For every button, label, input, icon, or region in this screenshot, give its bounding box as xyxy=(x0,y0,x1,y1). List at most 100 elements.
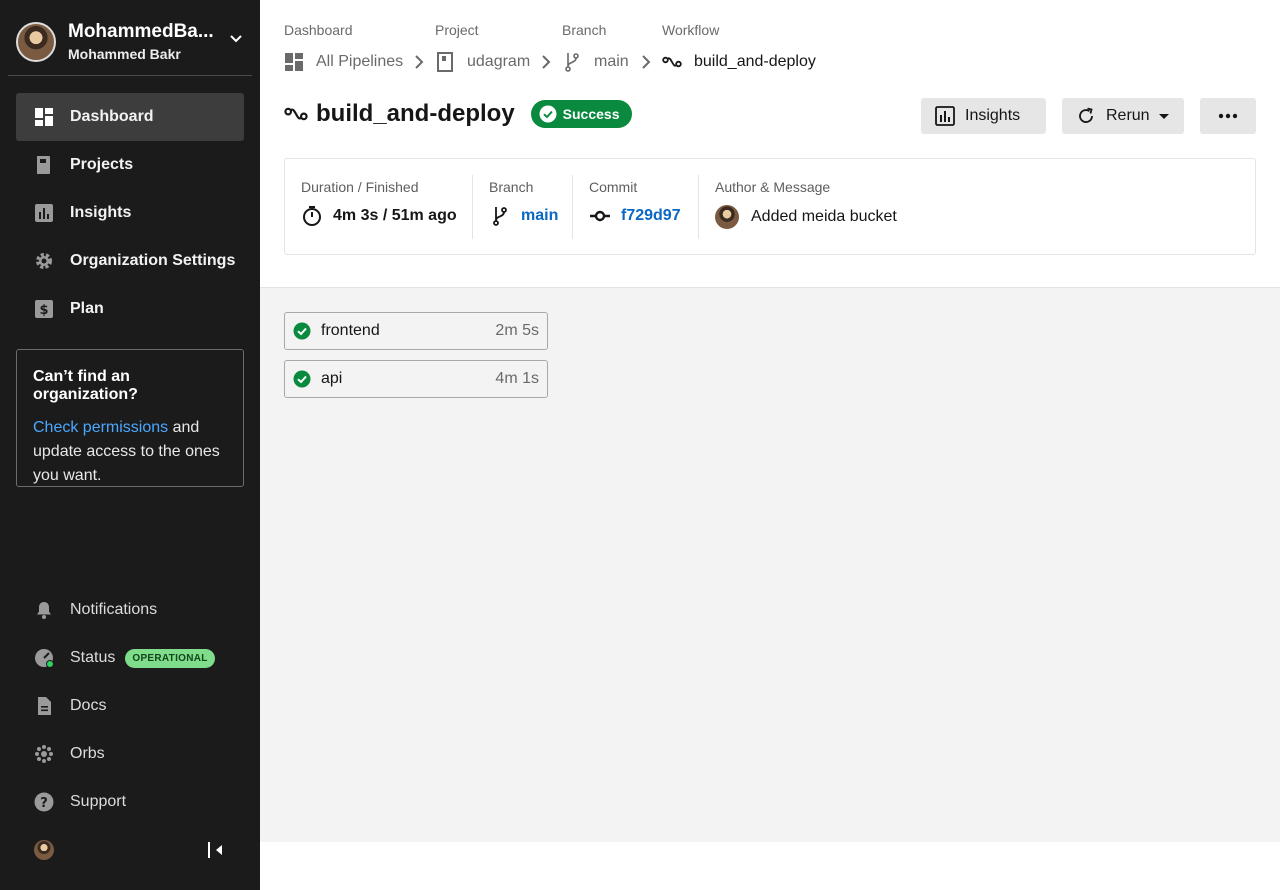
duration-field: Duration / Finished 4m 3s / 51m ago xyxy=(285,175,472,239)
nav-label: Dashboard xyxy=(70,108,154,125)
org-help-body: Check permissions and update access to t… xyxy=(33,416,227,488)
breadcrumb-label: Branch xyxy=(562,22,607,38)
commit-label: Commit xyxy=(589,179,638,195)
nav-item-insights[interactable]: Insights xyxy=(16,189,244,237)
workflow-icon xyxy=(284,102,308,126)
breadcrumb-label: Dashboard xyxy=(284,22,353,38)
breadcrumb-value: udagram xyxy=(435,52,530,72)
workflow-graph: frontend 2m 5s api 4m 1s xyxy=(260,288,1280,842)
job-duration: 2m 5s xyxy=(495,322,539,339)
chevron-right-icon xyxy=(542,55,551,69)
chevron-right-icon xyxy=(415,55,424,69)
status-badge: OPERATIONAL xyxy=(125,648,215,668)
more-options-button[interactable] xyxy=(1200,98,1256,134)
nav-item-plan[interactable]: $ Plan xyxy=(16,285,244,333)
nav-item-organization-settings[interactable]: Organization Settings xyxy=(16,237,244,285)
bell-icon xyxy=(34,600,54,620)
collapse-sidebar-icon[interactable] xyxy=(206,840,226,860)
commit-icon xyxy=(589,205,611,227)
nav-item-dashboard[interactable]: Dashboard xyxy=(16,93,244,141)
check-permissions-link[interactable]: Check permissions xyxy=(33,419,168,436)
job-api[interactable]: api 4m 1s xyxy=(284,360,548,398)
branch-link[interactable]: main xyxy=(521,207,558,225)
check-circle-icon xyxy=(293,322,311,340)
breadcrumb-workflow: Workflow build_and-deploy xyxy=(662,22,816,72)
commit-message: Added meida bucket xyxy=(751,208,897,225)
help-icon: ? xyxy=(34,792,54,812)
breadcrumb-branch[interactable]: Branch main xyxy=(562,22,629,72)
duration-value: 4m 3s / 51m ago xyxy=(301,205,472,227)
ellipsis-icon xyxy=(1218,113,1238,119)
org-help-title: Can’t find an organization? xyxy=(33,368,138,403)
workflow-details-card: Duration / Finished 4m 3s / 51m ago Bran… xyxy=(284,158,1256,255)
check-circle-icon xyxy=(539,105,557,123)
org-subtitle: Mohammed Bakr xyxy=(68,46,181,62)
breadcrumb-text: All Pipelines xyxy=(316,53,404,70)
job-frontend[interactable]: frontend 2m 5s xyxy=(284,312,548,350)
user-row xyxy=(16,828,244,872)
nav-label: Organization Settings xyxy=(70,252,236,269)
nav-label: Notifications xyxy=(70,601,158,618)
gear-icon xyxy=(34,251,54,271)
nav-label: Support xyxy=(70,793,127,810)
nav-item-projects[interactable]: Projects xyxy=(16,141,244,189)
branch-icon xyxy=(562,52,582,72)
branch-icon xyxy=(489,205,511,227)
timer-icon xyxy=(301,205,323,227)
org-help-card: Can’t find an organization? Check permis… xyxy=(16,349,244,487)
insights-button[interactable]: Insights xyxy=(921,98,1046,134)
refresh-icon xyxy=(1079,107,1093,123)
user-avatar[interactable] xyxy=(34,840,54,860)
rerun-label: Rerun xyxy=(1106,107,1150,124)
breadcrumb-text: udagram xyxy=(467,53,531,70)
nav-item-support[interactable]: ? Support xyxy=(16,778,244,826)
nav-label: Projects xyxy=(70,156,134,173)
breadcrumb-project[interactable]: Project udagram xyxy=(435,22,530,72)
author-avatar xyxy=(715,205,739,229)
nav-label: Docs xyxy=(70,697,107,714)
main-nav: Dashboard Projects Insights Organization… xyxy=(16,93,244,333)
status-icon xyxy=(34,648,54,668)
breadcrumb-dashboard[interactable]: Dashboard All Pipelines xyxy=(284,22,403,72)
svg-text:$: $ xyxy=(39,303,48,318)
workflow-header: Dashboard All Pipelines Project udagram … xyxy=(260,0,1280,288)
breadcrumb-value: All Pipelines xyxy=(284,52,403,72)
breadcrumb-label: Workflow xyxy=(662,22,720,38)
nav-item-orbs[interactable]: Orbs xyxy=(16,730,244,778)
breadcrumb-value: main xyxy=(562,52,629,72)
commit-link[interactable]: f729d97 xyxy=(621,207,681,225)
svg-text:?: ? xyxy=(40,796,48,811)
sidebar: MohammedBa... Mohammed Bakr Dashboard Pr… xyxy=(0,0,260,890)
nav-label: Orbs xyxy=(70,745,105,762)
chevron-down-icon[interactable] xyxy=(228,30,244,46)
branch-field: Branch main xyxy=(472,175,572,239)
rerun-button[interactable]: Rerun xyxy=(1062,98,1184,134)
breadcrumb-label: Project xyxy=(435,22,479,38)
pipelines-icon xyxy=(284,52,304,72)
insights-label: Insights xyxy=(965,107,1021,124)
org-switcher[interactable]: MohammedBa... Mohammed Bakr xyxy=(8,8,252,76)
nav-item-status[interactable]: Status OPERATIONAL xyxy=(16,634,244,682)
job-name: frontend xyxy=(321,322,380,339)
chevron-right-icon xyxy=(642,55,651,69)
breadcrumb-text: build_and-deploy xyxy=(694,53,816,70)
nav-item-notifications[interactable]: Notifications xyxy=(16,586,244,634)
nav-label: Plan xyxy=(70,300,104,317)
breadcrumb-text: main xyxy=(594,53,629,70)
insights-icon xyxy=(935,106,955,126)
org-avatar xyxy=(16,21,56,62)
author-field: Author & Message Added meida bucket xyxy=(698,175,998,239)
job-name: api xyxy=(321,370,343,387)
nav-label: Insights xyxy=(70,204,132,221)
orbs-icon xyxy=(34,744,54,764)
dollar-icon: $ xyxy=(34,299,54,319)
commit-value: f729d97 xyxy=(589,205,698,227)
status-text: Success xyxy=(562,106,620,122)
org-name: MohammedBa... xyxy=(68,21,214,42)
breadcrumb-value: build_and-deploy xyxy=(662,52,816,72)
commit-field: Commit f729d97 xyxy=(572,175,698,239)
author-value: Added meida bucket xyxy=(715,205,998,229)
nav-item-docs[interactable]: Docs xyxy=(16,682,244,730)
duration-text: 4m 3s / 51m ago xyxy=(333,207,457,224)
workflow-icon xyxy=(662,52,682,72)
